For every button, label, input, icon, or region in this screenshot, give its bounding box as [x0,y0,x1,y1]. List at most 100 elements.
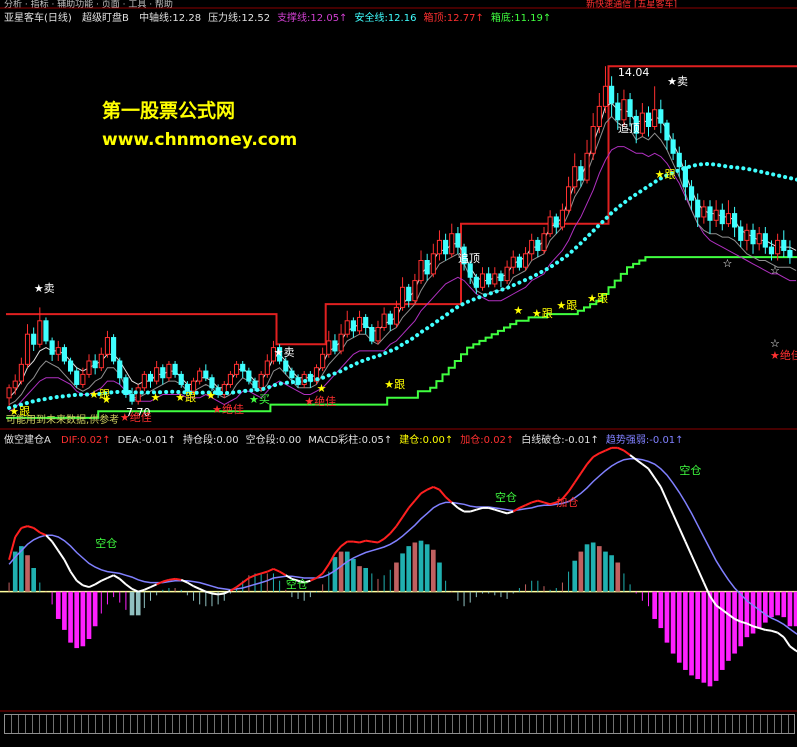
macd-bar [174,588,176,592]
watermark-url: www.chnmoney.com [102,130,298,150]
macd-bar [266,573,268,592]
macd-item: 加仓:0.02↑ [460,435,515,446]
macd-bar [92,591,98,627]
dif-line-segment [586,456,594,465]
macd-bar [641,591,643,601]
candle-body [31,333,37,345]
candle-body [479,273,486,288]
dif-line-segment [666,500,675,515]
macd-bar [31,567,36,592]
candle-body [498,273,504,282]
candle-body [61,347,67,362]
dif-line-segment [395,516,404,527]
macd-bar [162,589,164,592]
macd-bar [512,591,514,594]
candle-body [240,363,246,372]
macd-bar [469,591,471,603]
macd-header: 做空建仓A DIF:0.02↑ DEA:-0.01↑ 持仓段:0.00 空仓段:0.0… [4,431,698,446]
macd-bar [531,580,533,592]
dif-line-segment [143,586,151,591]
header-item: 压力线:12.52 [208,13,271,24]
candle-body [338,333,344,352]
signal-label: ★买 [249,392,270,406]
macd-bar [363,567,369,592]
macd-bar [543,586,545,592]
macd-bar [315,591,317,593]
dif-line-segment [407,499,416,509]
macd-item: 持仓段:0.00 [182,435,239,446]
candle-body [141,373,147,389]
macd-bar [297,591,299,599]
macd-bar [482,591,484,594]
dif-line-segment [377,537,385,544]
macd-bar [186,591,188,596]
candle-body [473,276,479,288]
candle-body [12,380,18,389]
candle-body [756,233,762,245]
candle-body [98,353,104,369]
dif-line-segment [383,532,391,540]
candle-body [664,122,670,141]
dif-line-segment [414,492,422,502]
candle-body [49,340,55,355]
time-scrollbar[interactable] [4,714,795,734]
macd-bar [763,591,768,623]
header-item: 安全线:12.16 [354,13,417,24]
candle-body [725,213,732,225]
macd-bar [769,591,774,618]
candle-body [252,380,258,389]
candle-body [566,186,572,211]
macd-bar [394,562,399,592]
candle-body [129,394,135,402]
candle-body [363,316,369,329]
macd-bar [68,591,73,643]
macd-bar [135,591,141,616]
candle-body [738,226,744,241]
header-item: 箱顶:12.77↑ [423,13,484,24]
candle-body [744,229,750,241]
candle-body [522,253,529,268]
macd-bar [787,591,793,627]
dif-line-segment [150,583,158,589]
macd-bar [623,573,625,592]
dif-line-segment [518,504,526,509]
dif-line-segment [789,645,797,652]
macd-bar [106,591,108,605]
signal-label: ☆ [722,256,733,270]
candle-body [209,377,215,389]
macd-bar [437,562,442,592]
macd-bar [119,591,121,603]
macd-signal-label: 空仓 [494,491,517,505]
dif-line-segment [119,578,127,586]
dif-line-segment [353,540,360,544]
dif-line-segment [100,577,108,582]
candle-body [688,186,695,201]
candle-body [707,206,713,221]
candle-body [387,313,393,325]
macd-bar [506,591,508,599]
candle-body [486,273,492,285]
macd-bar [629,584,631,592]
macd-bar [500,591,502,598]
candle-body [436,239,443,255]
dif-line-segment [63,559,72,573]
candle-body [356,316,363,332]
signal-label: ★卖 [273,345,295,359]
candle-body [406,286,412,302]
candle-body [572,166,578,188]
macd-bar [205,591,207,607]
candle-body [492,273,498,285]
candle-body [701,206,707,218]
dif-line-segment [174,577,182,581]
candle-body [74,370,80,385]
candle-body [350,320,356,332]
macd-bar [125,591,127,610]
candle-body [621,99,627,121]
macd-bar [86,591,92,639]
candle-body [80,373,86,385]
macd-bar [635,591,637,594]
macd-bar [451,591,453,593]
candle-body [375,327,381,342]
dif-line-segment [432,486,440,491]
stock-name: 亚星客车(日线) [4,13,72,24]
